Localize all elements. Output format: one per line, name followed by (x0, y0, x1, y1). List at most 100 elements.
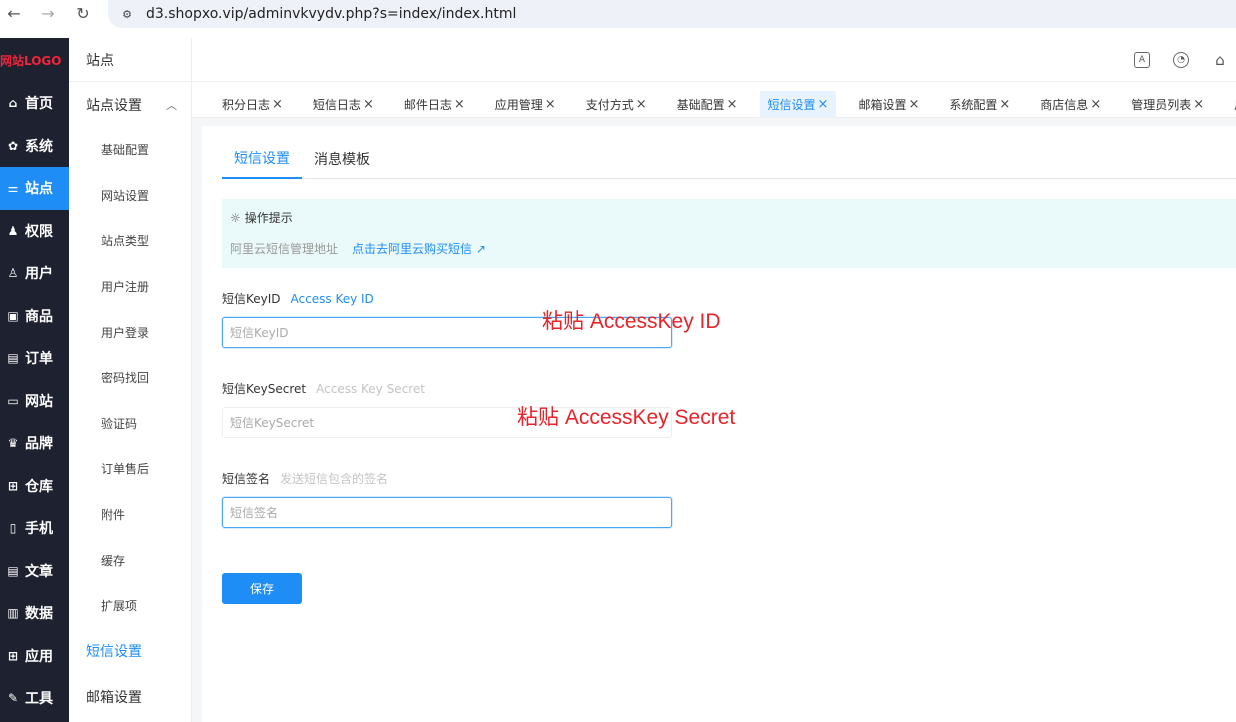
external-link-icon: ↗ (475, 242, 486, 256)
inner-tabs: 短信设置 消息模板 (222, 138, 1236, 179)
close-icon[interactable]: × (999, 97, 1010, 112)
sidebar-subitem[interactable]: 订单售后 (69, 446, 191, 492)
warehouse-icon: ⊞ (7, 478, 19, 493)
main-nav-label: 工具 (25, 691, 53, 708)
user-icon: ♙ (7, 266, 19, 281)
reload-icon[interactable]: ↻ (71, 1, 95, 25)
tip-title: 操作提示 (244, 211, 293, 225)
tab-message-template[interactable]: 消息模板 (302, 138, 382, 179)
close-icon[interactable]: × (272, 97, 283, 112)
main-nav-item[interactable]: ♙ 用户 (0, 252, 69, 295)
main-nav-item[interactable]: ▣ 商品 (0, 295, 69, 338)
tab-label: 积分日志 (222, 97, 271, 112)
close-icon[interactable]: × (908, 97, 919, 112)
theme-icon[interactable]: ◔ (1173, 52, 1189, 68)
main-nav-item[interactable]: ▭ 网站 (0, 380, 69, 423)
sign-hint: 发送短信包含的签名 (280, 472, 389, 486)
annotation-paste-id: 粘贴 AccessKey ID (542, 310, 721, 333)
close-icon[interactable]: × (1090, 97, 1101, 112)
lightbulb-icon: ☼ (230, 210, 241, 225)
sidebar-subitem[interactable]: 密码找回 (69, 355, 191, 401)
main-nav-item[interactable]: ✎ 工具 (0, 677, 69, 720)
tab-item[interactable]: 邮箱设置 × (858, 91, 919, 117)
main-nav-item[interactable]: ⊞ 仓库 (0, 465, 69, 508)
tab-item[interactable]: 积分日志 × (222, 91, 283, 117)
main-nav-item[interactable]: ⊞ 应用 (0, 635, 69, 678)
tab-item[interactable]: 系统配置 × (949, 91, 1010, 117)
tab-item[interactable]: 管理员列表 × (1131, 91, 1204, 117)
tab-sms-settings[interactable]: 短信设置 (222, 138, 302, 179)
sidebar-subitem[interactable]: 站点类型 (69, 218, 191, 264)
aliyun-buy-link[interactable]: 点击去阿里云购买短信 ↗ (352, 240, 486, 257)
sign-label: 短信签名 (222, 472, 271, 486)
forward-icon[interactable]: → (36, 1, 60, 25)
tab-label: 邮件日志 (403, 97, 452, 112)
sidebar-item-email[interactable]: 邮箱设置 (69, 674, 191, 720)
key-id-label-row: 短信KeyID Access Key ID (222, 290, 374, 307)
sidebar-subitem[interactable]: 附件 (69, 492, 191, 538)
tip-header: ☼ 操作提示 (230, 209, 293, 226)
main-nav-item[interactable]: ⚌ 站点 (0, 167, 69, 210)
close-icon[interactable]: × (454, 97, 465, 112)
key-id-label: 短信KeyID (222, 292, 281, 306)
main-nav-label: 手机 (25, 521, 53, 538)
sidebar-item-sms[interactable]: 短信设置 (69, 629, 191, 675)
tab-item[interactable]: 基础配置 × (677, 91, 738, 117)
sub-group-site-settings[interactable]: 站点设置 ︿ (69, 82, 191, 127)
main-nav-label: 仓库 (25, 478, 53, 495)
sidebar-subitem[interactable]: 验证码 (69, 401, 191, 447)
tab-label: 基础配置 (676, 97, 725, 112)
sidebar-subitem[interactable]: 网站设置 (69, 173, 191, 219)
site-settings-icon[interactable]: ⚙ (118, 7, 136, 21)
main-nav-item[interactable]: ⌂ 首页 (0, 82, 69, 125)
key-secret-label-row: 短信KeySecret Access Key Secret (222, 380, 425, 397)
sidebar-subitem[interactable]: 缓存 (69, 537, 191, 583)
aliyun-buy-link-label: 点击去阿里云购买短信 (352, 242, 473, 256)
tab-item[interactable]: 商店信息 × (1040, 91, 1101, 117)
main-nav-item[interactable]: ▤ 文章 (0, 550, 69, 593)
brand-icon: ♛ (7, 436, 19, 451)
main-nav-item[interactable]: ▤ 订单 (0, 337, 69, 380)
main-nav-label: 文章 (25, 563, 53, 580)
sidebar-subitem[interactable]: 扩展项 (69, 583, 191, 629)
sidebar-subitem[interactable]: 基础配置 (69, 127, 191, 173)
sidebar-subitem[interactable]: 用户注册 (69, 264, 191, 310)
sidebar-subitem[interactable]: 用户登录 (69, 309, 191, 355)
close-icon[interactable]: × (727, 97, 738, 112)
site-logo[interactable]: 网站LOGO (0, 38, 69, 82)
save-button[interactable]: 保存 (222, 573, 302, 604)
close-icon[interactable]: × (818, 97, 829, 112)
page-tabs: 积分日志 × 短信日志 × 邮件日志 × 应用管理 × 支付方式 × 基础配置 × 短信设置 × 邮箱设置 ×… (192, 82, 1236, 118)
close-icon[interactable]: × (636, 97, 647, 112)
main-nav-label: 用户 (25, 266, 53, 283)
tab-label: 系统配置 (949, 97, 998, 112)
font-icon[interactable]: A (1134, 52, 1150, 68)
close-icon[interactable]: × (363, 97, 374, 112)
back-icon[interactable]: ← (2, 1, 26, 25)
main-nav-label: 数据 (25, 606, 53, 623)
main-nav-item[interactable]: ▥ 数据 (0, 592, 69, 635)
main-nav-item[interactable]: ♟ 权限 (0, 210, 69, 253)
order-icon: ▤ (7, 351, 19, 366)
close-icon[interactable]: × (545, 97, 556, 112)
main-nav-item[interactable]: ♛ 品牌 (0, 422, 69, 465)
tab-item[interactable]: 支付方式 × (586, 91, 647, 117)
tab-item[interactable]: 短信日志 × (313, 91, 374, 117)
store-icon[interactable]: ⌂ (1212, 51, 1228, 69)
url-text: d3.shopxo.vip/adminvkvydv.php?s=index/in… (146, 6, 517, 22)
article-icon: ▤ (7, 563, 19, 578)
close-icon[interactable]: × (1193, 97, 1204, 112)
main-nav-item[interactable]: ✿ 系统 (0, 125, 69, 168)
address-bar[interactable]: ⚙ d3.shopxo.vip/adminvkvydv.php?s=index/… (108, 0, 1236, 28)
sub-sidebar-title: 站点 (69, 38, 191, 82)
tab-label: 应用管理 (494, 97, 543, 112)
tab-item[interactable]: 应用管理 × (495, 91, 556, 117)
main-nav-label: 品牌 (25, 436, 53, 453)
tab-label: 短信设置 (767, 97, 816, 112)
tab-item[interactable]: 邮件日志 × (404, 91, 465, 117)
sign-input[interactable] (222, 497, 672, 528)
main-nav-item[interactable]: ▯ 手机 (0, 507, 69, 550)
tab-label: 短信日志 (312, 97, 361, 112)
tab-item[interactable]: 短信设置 × (759, 91, 837, 117)
top-header: A ◔ ⌂ (192, 38, 1236, 82)
